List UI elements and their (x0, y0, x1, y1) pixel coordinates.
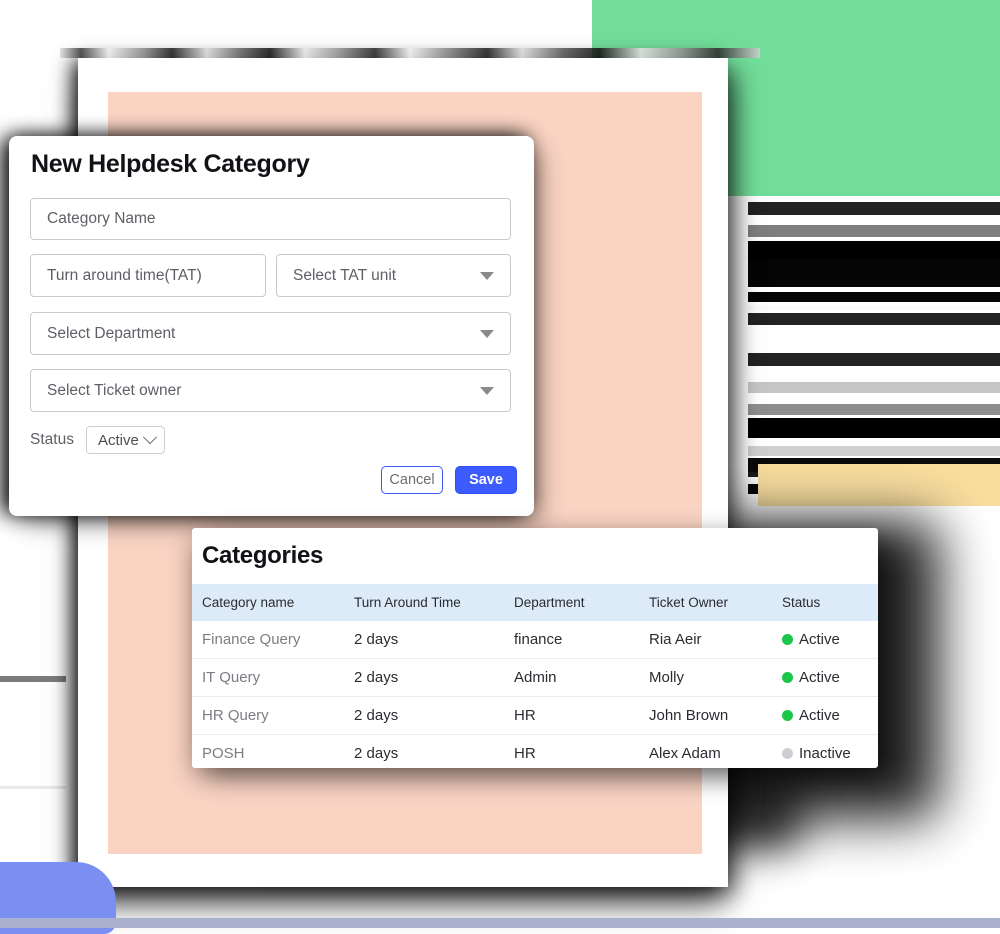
chevron-down-icon (480, 386, 494, 395)
background-yellow-bar (758, 464, 1000, 506)
cancel-button[interactable]: Cancel (381, 466, 443, 494)
tat-unit-select[interactable]: Select TAT unit (276, 254, 511, 297)
window-top-edge-grain (60, 48, 760, 58)
ticket-owner-placeholder: Select Ticket owner (47, 381, 182, 399)
cell-category-name: IT Query (192, 658, 354, 697)
department-placeholder: Select Department (47, 324, 176, 342)
categories-card: Categories Category name Turn Around Tim… (192, 528, 878, 768)
category-name-placeholder: Category Name (47, 210, 156, 227)
cell-turn-around-time: 2 days (354, 621, 514, 659)
cell-status: Active (782, 621, 878, 659)
categories-table-body: Finance Query 2 days finance Ria Aeir Ac… (192, 621, 878, 768)
cell-ticket-owner: Ria Aeir (649, 621, 782, 659)
status-dot-icon (782, 672, 793, 683)
chevron-down-icon (480, 329, 494, 338)
categories-title: Categories (202, 542, 324, 569)
turn-around-time-placeholder: Turn around time(TAT) (47, 266, 202, 284)
modal-title: New Helpdesk Category (31, 150, 310, 178)
cell-ticket-owner: John Brown (649, 696, 782, 735)
column-header-ticket-owner: Ticket Owner (649, 584, 782, 621)
turn-around-time-input[interactable]: Turn around time(TAT) (30, 254, 266, 297)
status-select[interactable]: Active (85, 426, 165, 454)
cell-status: Active (782, 658, 878, 697)
screenshot-stage: New Helpdesk Category Category Name Turn… (0, 0, 1000, 934)
cell-department: Admin (514, 658, 649, 697)
cell-category-name: POSH (192, 734, 354, 768)
column-header-department: Department (514, 584, 649, 621)
cell-status: Inactive (782, 734, 878, 768)
cell-turn-around-time: 2 days (354, 696, 514, 735)
status-label: Status (30, 431, 74, 448)
cell-turn-around-time: 2 days (354, 734, 514, 768)
background-left-line-2 (0, 786, 66, 789)
status-dot-icon (782, 710, 793, 721)
column-header-category-name: Category name (192, 584, 354, 621)
cell-status: Active (782, 696, 878, 735)
ticket-owner-select[interactable]: Select Ticket owner (30, 369, 511, 412)
department-select[interactable]: Select Department (30, 312, 511, 355)
cell-ticket-owner: Molly (649, 658, 782, 697)
background-bottom-bar (0, 918, 1000, 928)
status-badge: Active (799, 707, 840, 724)
categories-table: Category name Turn Around Time Departmen… (192, 584, 878, 768)
status-select-value: Active (97, 431, 139, 449)
cell-turn-around-time: 2 days (354, 658, 514, 697)
cell-category-name: Finance Query (192, 621, 354, 659)
status-row: Status Active (30, 426, 165, 454)
table-row[interactable]: HR Query 2 days HR John Brown Active (192, 696, 878, 735)
column-header-status: Status (782, 584, 878, 621)
table-row[interactable]: POSH 2 days HR Alex Adam Inactive (192, 734, 878, 768)
categories-table-head: Category name Turn Around Time Departmen… (192, 584, 878, 621)
status-badge: Active (799, 631, 840, 648)
category-name-input[interactable]: Category Name (30, 198, 511, 240)
table-header-row: Category name Turn Around Time Departmen… (192, 584, 878, 621)
status-dot-icon (782, 634, 793, 645)
status-badge: Active (799, 669, 840, 686)
cell-department: finance (514, 621, 649, 659)
table-row[interactable]: Finance Query 2 days finance Ria Aeir Ac… (192, 621, 878, 659)
status-badge: Inactive (799, 745, 851, 762)
status-dot-icon (782, 748, 793, 759)
save-button[interactable]: Save (455, 466, 517, 494)
modal-actions: Cancel Save (381, 466, 517, 494)
table-row[interactable]: IT Query 2 days Admin Molly Active (192, 658, 878, 697)
cell-ticket-owner: Alex Adam (649, 734, 782, 768)
chevron-down-icon (480, 271, 494, 280)
cell-department: HR (514, 696, 649, 735)
cell-department: HR (514, 734, 649, 768)
column-header-turn-around-time: Turn Around Time (354, 584, 514, 621)
cell-category-name: HR Query (192, 696, 354, 735)
tat-unit-placeholder: Select TAT unit (293, 266, 397, 284)
background-left-line (0, 676, 66, 682)
chevron-down-icon (142, 430, 157, 445)
